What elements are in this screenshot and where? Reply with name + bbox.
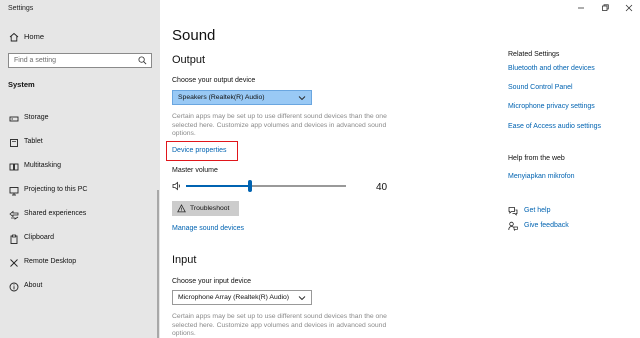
sidebar-item-label: Shared experiences [24, 210, 87, 217]
get-help-label: Get help [524, 207, 551, 214]
troubleshoot-label: Troubleshoot [190, 204, 230, 212]
remote-desktop-icon [10, 259, 18, 267]
section-label: System [8, 80, 35, 89]
output-device-label: Choose your output device [172, 77, 256, 84]
sidebar-item-projecting[interactable]: Projecting to this PC [0, 182, 160, 200]
page-title: Sound [172, 27, 216, 44]
master-volume-value: 40 [376, 182, 388, 193]
sidebar-item-label: Storage [24, 114, 49, 121]
search-input[interactable]: Find a setting [8, 53, 152, 68]
get-help-icon [508, 207, 518, 216]
feedback-icon [508, 221, 518, 231]
sidebar-scrollbar[interactable] [157, 190, 159, 338]
shared-experiences-icon [9, 210, 19, 220]
sidebar-item-label: Multitasking [24, 162, 61, 169]
warning-icon [177, 204, 186, 213]
minimize-icon[interactable] [574, 3, 588, 13]
give-feedback-label: Give feedback [524, 222, 569, 229]
output-heading: Output [172, 54, 206, 66]
output-device-select[interactable]: Speakers (Realtek(R) Audio) [172, 90, 312, 105]
input-device-value: Microphone Array (Realtek(R) Audio) [178, 294, 290, 301]
sidebar-item-tablet[interactable]: Tablet [0, 134, 160, 152]
search-placeholder: Find a setting [14, 56, 57, 64]
chevron-down-icon [298, 296, 306, 301]
sidebar-item-label: Remote Desktop [24, 258, 77, 265]
sidebar: Settings Home Find a setting System Stor… [0, 0, 160, 338]
sidebar-item-label: Tablet [24, 138, 43, 145]
projecting-icon [9, 187, 19, 196]
sidebar-item-label: Projecting to this PC [24, 186, 88, 193]
sidebar-item-remote-desktop[interactable]: Remote Desktop [0, 254, 160, 272]
device-properties-link[interactable]: Device properties [172, 147, 226, 154]
input-device-label: Choose your input device [172, 278, 251, 285]
related-link-bluetooth[interactable]: Bluetooth and other devices [508, 65, 595, 72]
output-description: Certain apps may be set up to use differ… [172, 113, 387, 138]
sidebar-item-shared-experiences[interactable]: Shared experiences [0, 206, 160, 224]
sidebar-item-label: Home [24, 32, 45, 41]
related-link-sound-control-panel[interactable]: Sound Control Panel [508, 84, 573, 91]
tablet-icon [10, 139, 18, 147]
sidebar-item-about[interactable]: About [0, 278, 160, 296]
restore-icon[interactable] [598, 3, 612, 13]
sidebar-item-storage[interactable]: Storage [0, 110, 160, 128]
manage-sound-devices-link[interactable]: Manage sound devices [172, 225, 244, 232]
sidebar-item-label: Clipboard [24, 234, 54, 241]
output-device-value: Speakers (Realtek(R) Audio) [178, 94, 265, 101]
troubleshoot-button[interactable]: Troubleshoot [172, 201, 239, 216]
input-description: Certain apps may be set up to use differ… [172, 313, 387, 338]
speaker-icon[interactable] [172, 181, 182, 191]
get-help-link[interactable]: Get help [508, 205, 608, 217]
sidebar-item-label: About [24, 282, 43, 289]
help-title: Help from the web [508, 155, 565, 162]
close-icon[interactable] [622, 3, 636, 13]
sidebar-item-multitasking[interactable]: Multitasking [0, 158, 160, 176]
master-volume-label: Master volume [172, 167, 218, 174]
sidebar-item-clipboard[interactable]: Clipboard [0, 230, 160, 248]
info-icon [9, 282, 19, 292]
chevron-down-icon [298, 96, 306, 101]
related-link-ease-of-access-audio[interactable]: Ease of Access audio settings [508, 123, 601, 130]
related-link-microphone-privacy[interactable]: Microphone privacy settings [508, 103, 595, 110]
help-link-mikrofon[interactable]: Menyiapkan mikrofon [508, 173, 575, 180]
search-icon [138, 56, 147, 65]
clipboard-icon [10, 234, 18, 244]
storage-icon [9, 116, 19, 122]
give-feedback-link[interactable]: Give feedback [508, 220, 608, 232]
sidebar-item-home[interactable]: Home [0, 29, 160, 47]
app-title: Settings [8, 5, 34, 12]
input-heading: Input [172, 254, 197, 266]
input-device-select[interactable]: Microphone Array (Realtek(R) Audio) [172, 290, 312, 305]
volume-slider-thumb[interactable] [248, 180, 252, 192]
multitasking-icon [9, 163, 19, 171]
home-icon [9, 32, 19, 42]
volume-slider-fill [186, 185, 250, 187]
related-settings-title: Related Settings [508, 51, 560, 58]
